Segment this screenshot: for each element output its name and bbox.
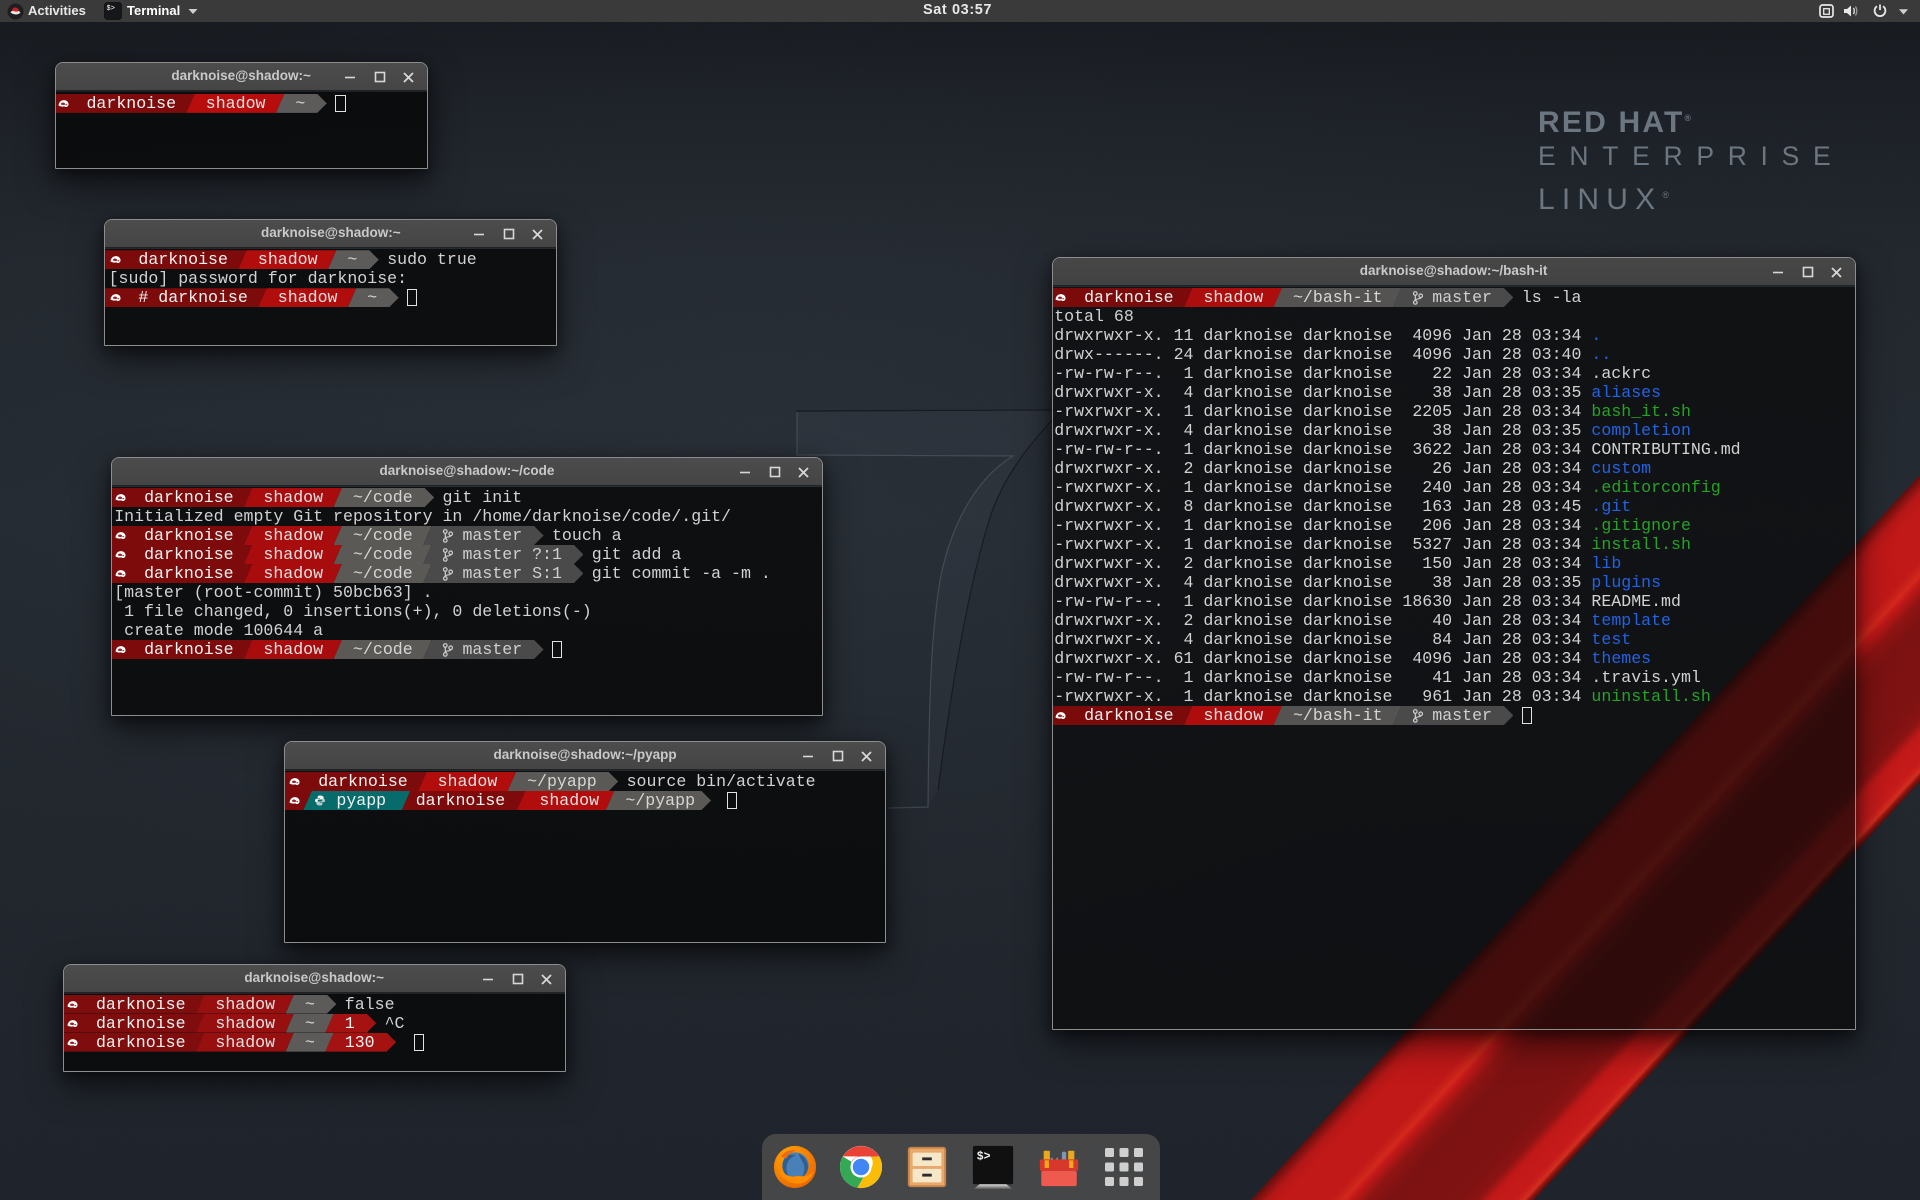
svg-text:$>: $> <box>107 5 115 13</box>
svg-text:$>: $> <box>977 1150 991 1163</box>
